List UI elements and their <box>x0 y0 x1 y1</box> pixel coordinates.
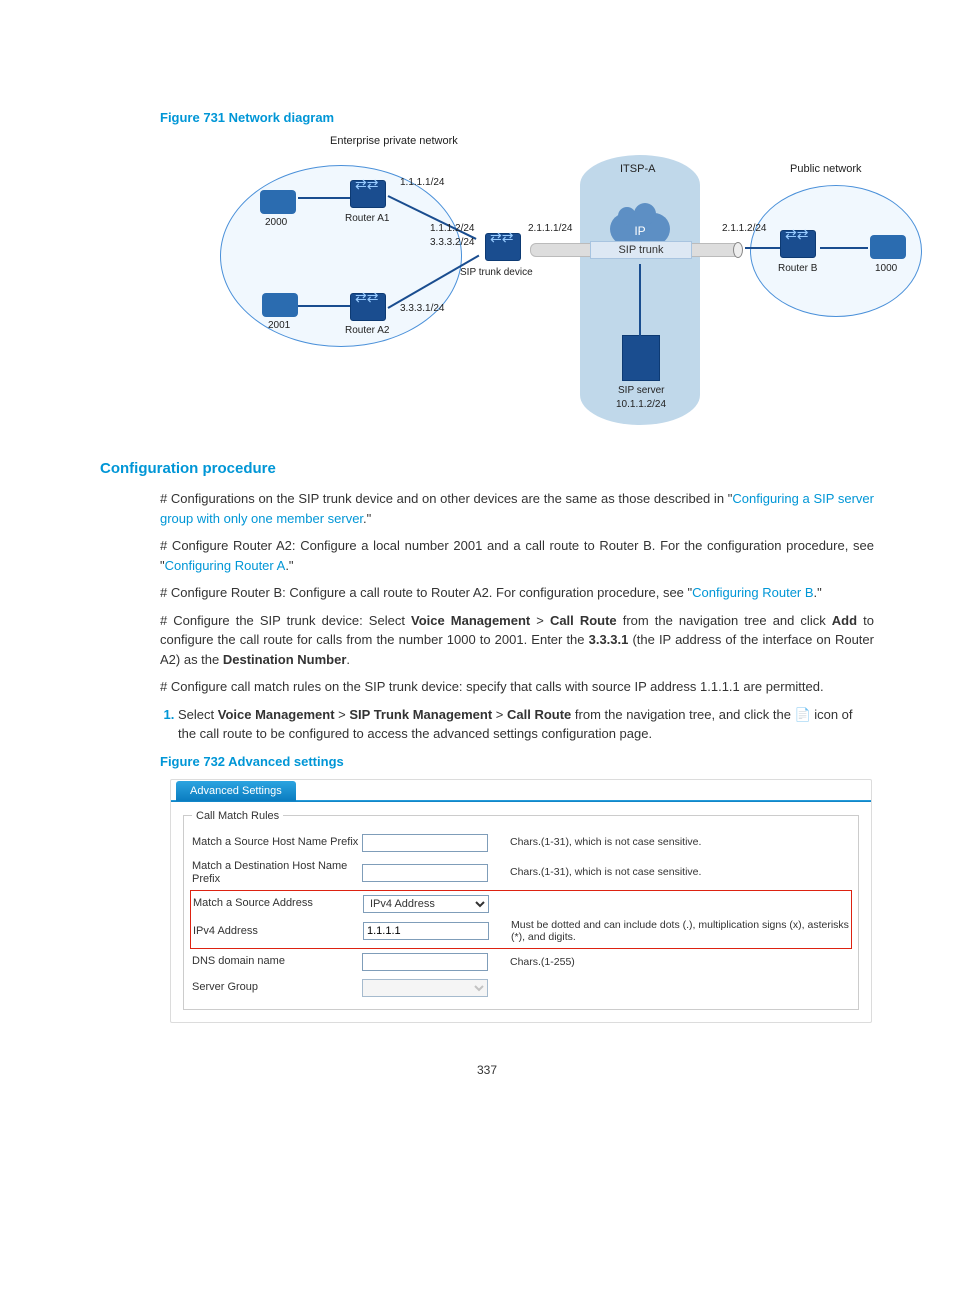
source-address-select[interactable]: IPv4 Address <box>363 895 489 913</box>
text-bold: Destination Number <box>223 652 347 667</box>
text-bold: SIP Trunk Management <box>349 707 492 722</box>
text: ." <box>285 558 293 573</box>
label-phone-2001: 2001 <box>268 320 290 331</box>
paragraph: # Configure Router A2: Configure a local… <box>160 536 874 575</box>
text: from the navigation tree and click <box>617 613 832 628</box>
text-bold: Call Route <box>507 707 571 722</box>
text: > <box>530 613 550 628</box>
call-match-rules-fieldset: Call Match Rules Match a Source Host Nam… <box>183 810 859 1011</box>
paragraph: # Configure Router B: Configure a call r… <box>160 583 874 603</box>
form-row: Match a Destination Host Name Prefix Cha… <box>192 856 850 890</box>
field-label: Match a Source Host Name Prefix <box>192 836 362 849</box>
figure-732-title: Figure 732 Advanced settings <box>160 754 874 769</box>
label-sip-trunk-device: SIP trunk device <box>460 267 533 278</box>
phone-icon <box>262 293 298 317</box>
enterprise-cloud <box>220 165 462 347</box>
field-label: Match a Destination Host Name Prefix <box>192 860 362 886</box>
text: ." <box>363 511 371 526</box>
label-itsp: ITSP-A <box>620 163 655 175</box>
text: ." <box>814 585 822 600</box>
phone-icon <box>870 235 906 259</box>
form-row: Server Group <box>192 975 850 1001</box>
text-bold: Add <box>832 613 857 628</box>
router-icon <box>350 180 386 208</box>
paragraph: # Configurations on the SIP trunk device… <box>160 489 874 528</box>
form-row: Match a Source Host Name Prefix Chars.(1… <box>192 830 850 856</box>
page-number: 337 <box>100 1063 874 1077</box>
text: . <box>346 652 350 667</box>
text: # Configurations on the SIP trunk device… <box>160 491 732 506</box>
text: # Configure the SIP trunk device: Select <box>160 613 411 628</box>
link-configuring-router-b[interactable]: Configuring Router B <box>692 585 813 600</box>
field-label: Match a Source Address <box>193 897 363 910</box>
label-public-network: Public network <box>790 163 862 175</box>
label-router-a2: Router A2 <box>345 325 389 336</box>
paragraph: # Configure the SIP trunk device: Select… <box>160 611 874 670</box>
label-sip-server: SIP server <box>618 385 665 396</box>
text: > <box>492 707 507 722</box>
connection-line <box>298 305 350 307</box>
label-sip-trunk: SIP trunk <box>590 241 692 259</box>
text-bold: Voice Management <box>411 613 530 628</box>
connection-line <box>745 247 780 249</box>
server-group-select <box>362 979 488 997</box>
advanced-settings-panel: Advanced Settings Call Match Rules Match… <box>170 779 872 1024</box>
label-ip-addr: 2.1.1.2/24 <box>722 223 766 234</box>
step-list: Select Voice Management > SIP Trunk Mana… <box>160 705 874 744</box>
text-bold: 3.3.3.1 <box>589 632 629 647</box>
router-icon <box>485 233 521 261</box>
connection-line <box>820 247 868 249</box>
label-ip-addr: 2.1.1.1/24 <box>528 223 572 234</box>
ipv4-address-input[interactable] <box>363 922 489 940</box>
tab-advanced-settings[interactable]: Advanced Settings <box>176 781 296 801</box>
figure-731-title: Figure 731 Network diagram <box>160 110 874 125</box>
field-label: IPv4 Address <box>193 925 363 938</box>
connection-line <box>298 197 350 199</box>
field-label: DNS domain name <box>192 955 362 968</box>
label-phone-1000: 1000 <box>875 263 897 274</box>
text-bold: Call Route <box>550 613 617 628</box>
edit-icon <box>795 708 811 722</box>
step-item: Select Voice Management > SIP Trunk Mana… <box>178 705 874 744</box>
form-row: DNS domain name Chars.(1-255) <box>192 949 850 975</box>
label-ip-addr: 3.3.3.1/24 <box>400 303 444 314</box>
connection-line <box>639 264 641 336</box>
field-help: Chars.(1-31), which is not case sensitiv… <box>492 836 850 849</box>
form-row-highlighted: Match a Source Address IPv4 Address IPv4… <box>190 890 852 949</box>
text-bold: Voice Management <box>218 707 335 722</box>
label-router-a1: Router A1 <box>345 213 389 224</box>
label-sip-server-ip: 10.1.1.2/24 <box>616 399 666 410</box>
phone-icon <box>260 190 296 214</box>
text: from the navigation tree, and click the <box>571 707 794 722</box>
label-ip-addr: 3.3.3.2/24 <box>430 237 474 248</box>
field-help: Chars.(1-255) <box>492 956 850 969</box>
field-help: Chars.(1-31), which is not case sensitiv… <box>492 866 850 879</box>
label-ip: IP <box>634 224 645 238</box>
label-ip-addr: 1.1.1.2/24 <box>430 223 474 234</box>
source-host-prefix-input[interactable] <box>362 834 488 852</box>
router-icon <box>350 293 386 321</box>
text: > <box>335 707 350 722</box>
text: # Configure Router B: Configure a call r… <box>160 585 692 600</box>
fieldset-legend: Call Match Rules <box>192 810 283 822</box>
label-ip-addr: 1.1.1.1/24 <box>400 177 444 188</box>
router-icon <box>780 230 816 258</box>
network-diagram: Enterprise private network Public networ… <box>220 135 920 435</box>
label-enterprise-network: Enterprise private network <box>330 135 458 147</box>
paragraph: # Configure call match rules on the SIP … <box>160 677 874 697</box>
section-heading: Configuration procedure <box>100 460 874 477</box>
dest-host-prefix-input[interactable] <box>362 864 488 882</box>
text: Select <box>178 707 218 722</box>
field-help: Must be dotted and can include dots (.),… <box>493 919 849 944</box>
server-icon <box>622 335 660 381</box>
field-label: Server Group <box>192 981 362 994</box>
link-configuring-router-a[interactable]: Configuring Router A <box>165 558 286 573</box>
dns-domain-input[interactable] <box>362 953 488 971</box>
label-phone-2000: 2000 <box>265 217 287 228</box>
label-router-b: Router B <box>778 263 817 274</box>
